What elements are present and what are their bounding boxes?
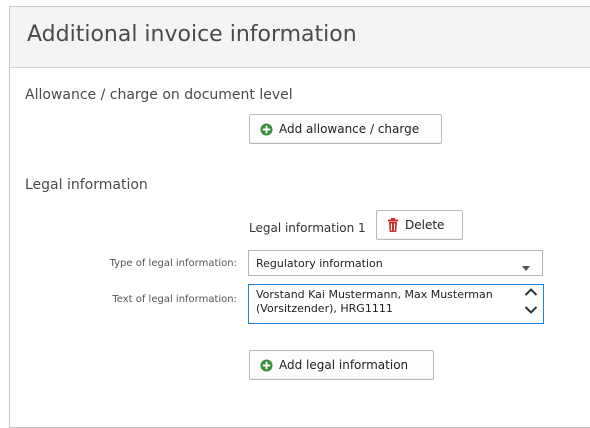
legal-entry-label: Legal information 1: [249, 221, 366, 235]
chevron-down-icon[interactable]: [524, 305, 538, 319]
add-legal-info-button[interactable]: Add legal information: [249, 350, 434, 380]
legal-text-value: Vorstand Kai Mustermann, Max Musterman (…: [256, 288, 493, 315]
allowance-section-title: Allowance / charge on document level: [25, 87, 293, 103]
plus-circle-icon: [260, 358, 273, 372]
legal-type-select[interactable]: Regulatory information: [248, 250, 543, 276]
add-allowance-label: Add allowance / charge: [279, 122, 420, 136]
caret-down-icon: [522, 261, 530, 274]
panel-header: Additional invoice information: [10, 7, 590, 68]
add-allowance-button[interactable]: Add allowance / charge: [249, 114, 442, 144]
trash-icon: [387, 218, 399, 232]
legal-type-value: Regulatory information: [256, 256, 383, 270]
text-field-label: Text of legal information:: [112, 294, 237, 305]
add-legal-info-label: Add legal information: [279, 358, 409, 372]
delete-legal-button[interactable]: Delete: [376, 210, 463, 240]
plus-circle-icon: [260, 122, 273, 136]
chevron-up-icon[interactable]: [524, 287, 538, 301]
legal-text-field[interactable]: Vorstand Kai Mustermann, Max Musterman (…: [248, 284, 544, 324]
panel-title: Additional invoice information: [27, 22, 357, 47]
delete-label: Delete: [405, 218, 445, 232]
legal-section-title: Legal information: [25, 177, 148, 193]
type-field-label: Type of legal information:: [109, 258, 237, 269]
